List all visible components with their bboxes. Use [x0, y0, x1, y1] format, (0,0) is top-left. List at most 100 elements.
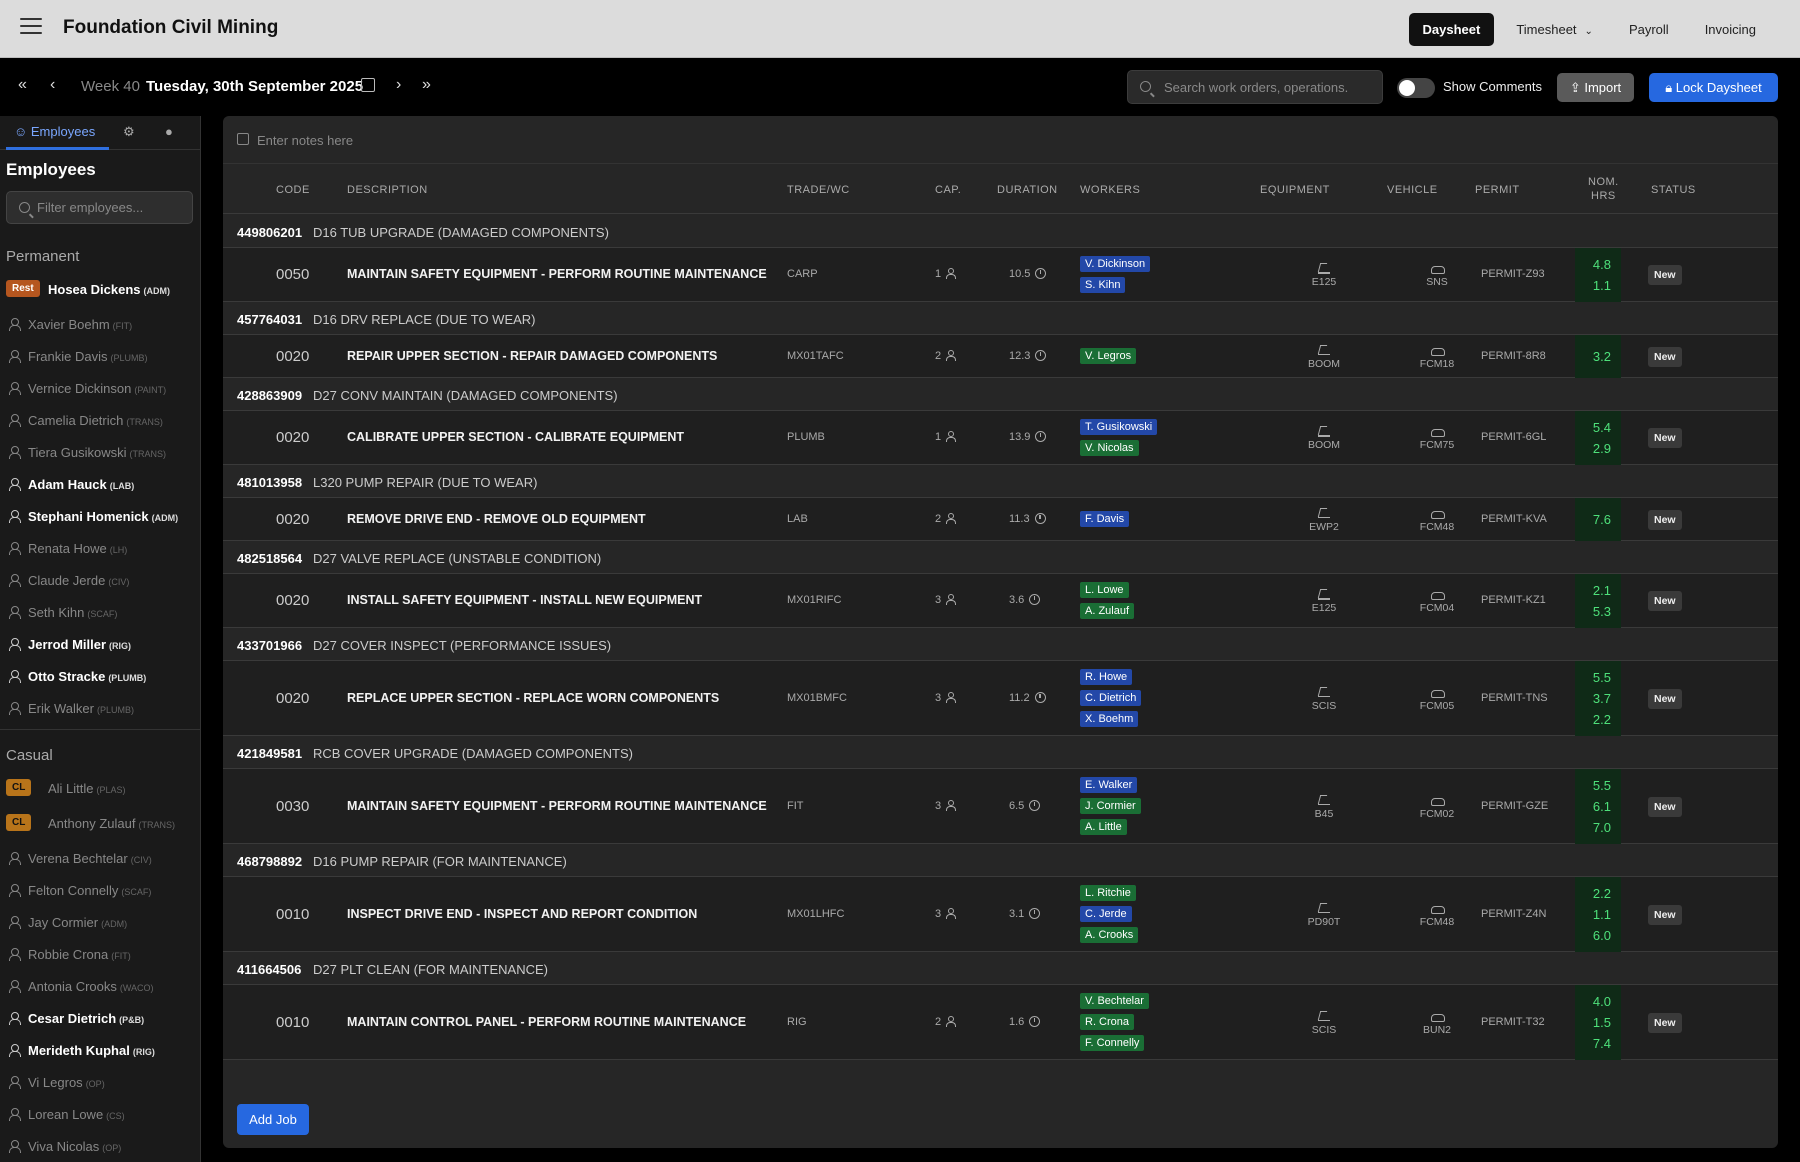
job-equipment[interactable]: BOOM — [1294, 345, 1354, 370]
next-day-icon[interactable]: › — [396, 76, 401, 94]
worker-chip[interactable]: F. Connelly — [1080, 1035, 1145, 1051]
employee-item[interactable]: Felton Connelly (SCAF) — [0, 873, 200, 905]
status-badge[interactable]: New — [1648, 796, 1682, 817]
work-order-header[interactable]: 468798892 D16 PUMP REPAIR (FOR MAINTENANC… — [223, 844, 1778, 877]
filter-employees-input[interactable] — [37, 192, 187, 223]
job-vehicle[interactable]: FCM48 — [1407, 508, 1467, 533]
worker-chip[interactable]: R. Howe — [1080, 669, 1133, 685]
job-equipment[interactable]: E125 — [1294, 263, 1354, 288]
work-order-header[interactable]: 457764031 D16 DRV REPLACE (DUE TO WEAR) — [223, 302, 1778, 335]
status-badge[interactable]: New — [1648, 428, 1682, 448]
employee-item[interactable]: Erik Walker (PLUMB) — [0, 691, 200, 723]
import-button[interactable]: ⇪ Import — [1557, 73, 1634, 102]
search-input[interactable] — [1164, 71, 1374, 103]
status-badge[interactable]: New — [1648, 1012, 1682, 1033]
job-equipment[interactable]: BOOM — [1294, 426, 1354, 451]
lock-daysheet-button[interactable]: 🔒︎ Lock Daysheet — [1649, 73, 1778, 102]
nav-invoicing[interactable]: Invoicing — [1691, 13, 1770, 46]
nav-payroll[interactable]: Payroll — [1615, 13, 1683, 46]
employee-item[interactable]: Adam Hauck (LAB) — [0, 467, 200, 499]
employee-item[interactable]: Stephani Homenick (ADM) — [0, 499, 200, 531]
worker-chip[interactable]: V. Dickinson — [1080, 256, 1151, 272]
job-equipment[interactable]: B45 — [1294, 795, 1354, 820]
notes-input[interactable] — [257, 126, 857, 154]
job-vehicle[interactable]: FCM02 — [1407, 795, 1467, 820]
worker-chip[interactable]: V. Bechtelar — [1080, 993, 1149, 1009]
employee-item[interactable]: Claude Jerde (CIV) — [0, 563, 200, 595]
job-equipment[interactable]: SCIS — [1294, 687, 1354, 712]
worker-chip[interactable]: T. Gusikowski — [1080, 419, 1158, 435]
work-order-header[interactable]: 428863909 D27 CONV MAINTAIN (DAMAGED COMP… — [223, 378, 1778, 411]
job-row[interactable]: 0010 INSPECT DRIVE END - INSPECT AND REPO… — [223, 877, 1778, 952]
work-order-header[interactable]: 411664506 D27 PLT CLEAN (FOR MAINTENANCE) — [223, 952, 1778, 985]
job-vehicle[interactable]: FCM04 — [1407, 589, 1467, 614]
job-row[interactable]: 0020 REPAIR UPPER SECTION - REPAIR DAMAGE… — [223, 335, 1778, 378]
employee-item[interactable]: Renata Howe (LH) — [0, 531, 200, 563]
job-row[interactable]: 0020 REPLACE UPPER SECTION - REPLACE WORN… — [223, 661, 1778, 736]
menu-icon[interactable] — [20, 18, 42, 40]
add-job-button[interactable]: Add Job — [237, 1104, 309, 1135]
employee-item[interactable]: CL Ali Little (PLAS) — [0, 771, 200, 803]
status-badge[interactable]: New — [1648, 688, 1682, 709]
status-badge[interactable]: New — [1648, 904, 1682, 925]
employee-item[interactable]: Jay Cormier (ADM) — [0, 905, 200, 937]
employee-item[interactable]: Robbie Crona (FIT) — [0, 937, 200, 969]
employee-item[interactable]: Camelia Dietrich (TRANS) — [0, 403, 200, 435]
worker-chip[interactable]: V. Legros — [1080, 348, 1137, 364]
employee-item[interactable]: Viva Nicolas (OP) — [0, 1129, 200, 1161]
worker-chip[interactable]: A. Little — [1080, 819, 1127, 835]
nav-timesheet[interactable]: Timesheet ⌄ — [1502, 13, 1607, 46]
worker-chip[interactable]: J. Cormier — [1080, 798, 1141, 814]
job-equipment[interactable]: PD90T — [1294, 903, 1354, 928]
worker-chip[interactable]: E. Walker — [1080, 777, 1138, 793]
worker-chip[interactable]: A. Crooks — [1080, 927, 1139, 943]
previous-day-icon[interactable]: ‹ — [50, 76, 55, 94]
job-row[interactable]: 0030 MAINTAIN SAFETY EQUIPMENT - PERFORM … — [223, 769, 1778, 844]
employee-item[interactable]: Vi Legros (OP) — [0, 1065, 200, 1097]
job-vehicle[interactable]: FCM18 — [1407, 345, 1467, 370]
employee-item[interactable]: Tiera Gusikowski (TRANS) — [0, 435, 200, 467]
job-equipment[interactable]: EWP2 — [1294, 508, 1354, 533]
employee-item[interactable]: Jerrod Miller (RIG) — [0, 627, 200, 659]
employee-item[interactable]: Frankie Davis (PLUMB) — [0, 339, 200, 371]
last-page-icon[interactable]: » — [422, 76, 431, 94]
worker-chip[interactable]: F. Davis — [1080, 511, 1130, 527]
employee-item[interactable]: Verena Bechtelar (CIV) — [0, 841, 200, 873]
employee-item[interactable]: Lorean Lowe (CS) — [0, 1097, 200, 1129]
first-page-icon[interactable]: « — [18, 76, 27, 94]
status-badge[interactable]: New — [1648, 591, 1682, 611]
calendar-icon[interactable] — [361, 78, 375, 92]
employee-item[interactable]: Otto Stracke (PLUMB) — [0, 659, 200, 691]
work-order-header[interactable]: 449806201 D16 TUB UPGRADE (DAMAGED COMPON… — [223, 215, 1778, 248]
job-vehicle[interactable]: BUN2 — [1407, 1011, 1467, 1036]
job-row[interactable]: 0020 INSTALL SAFETY EQUIPMENT - INSTALL N… — [223, 574, 1778, 628]
status-badge[interactable]: New — [1648, 265, 1682, 285]
employee-item[interactable]: Vernice Dickinson (PAINT) — [0, 371, 200, 403]
status-badge[interactable]: New — [1648, 346, 1682, 367]
job-vehicle[interactable]: FCM75 — [1407, 426, 1467, 451]
worker-chip[interactable]: C. Jerde — [1080, 906, 1132, 922]
nav-daysheet[interactable]: Daysheet — [1408, 13, 1495, 46]
job-vehicle[interactable]: FCM05 — [1407, 687, 1467, 712]
worker-chip[interactable]: C. Dietrich — [1080, 690, 1142, 706]
show-comments-toggle[interactable] — [1397, 78, 1435, 98]
job-row[interactable]: 0050 MAINTAIN SAFETY EQUIPMENT - PERFORM … — [223, 248, 1778, 302]
job-vehicle[interactable]: FCM48 — [1407, 903, 1467, 928]
job-row[interactable]: 0020 CALIBRATE UPPER SECTION - CALIBRATE … — [223, 411, 1778, 465]
worker-chip[interactable]: V. Nicolas — [1080, 440, 1139, 456]
employee-item[interactable]: Seth Kihn (SCAF) — [0, 595, 200, 627]
job-row[interactable]: 0020 REMOVE DRIVE END - REMOVE OLD EQUIPM… — [223, 498, 1778, 541]
worker-chip[interactable]: A. Zulauf — [1080, 603, 1135, 619]
worker-chip[interactable]: R. Crona — [1080, 1014, 1135, 1030]
employee-item[interactable]: Rest Hosea Dickens (ADM) — [0, 272, 200, 304]
worker-chip[interactable]: X. Boehm — [1080, 711, 1139, 727]
employee-item[interactable]: Xavier Boehm (FIT) — [0, 307, 200, 339]
employee-item[interactable]: Antonia Crooks (WACO) — [0, 969, 200, 1001]
worker-chip[interactable]: S. Kihn — [1080, 277, 1126, 293]
tab-vehicles[interactable]: ● — [165, 124, 173, 139]
job-row[interactable]: 0010 MAINTAIN CONTROL PANEL - PERFORM ROU… — [223, 985, 1778, 1060]
tab-employees[interactable]: ☺ Employees — [14, 124, 95, 139]
worker-chip[interactable]: L. Lowe — [1080, 582, 1129, 598]
work-order-header[interactable]: 481013958 L320 PUMP REPAIR (DUE TO WEAR) — [223, 465, 1778, 498]
worker-chip[interactable]: L. Ritchie — [1080, 885, 1136, 901]
